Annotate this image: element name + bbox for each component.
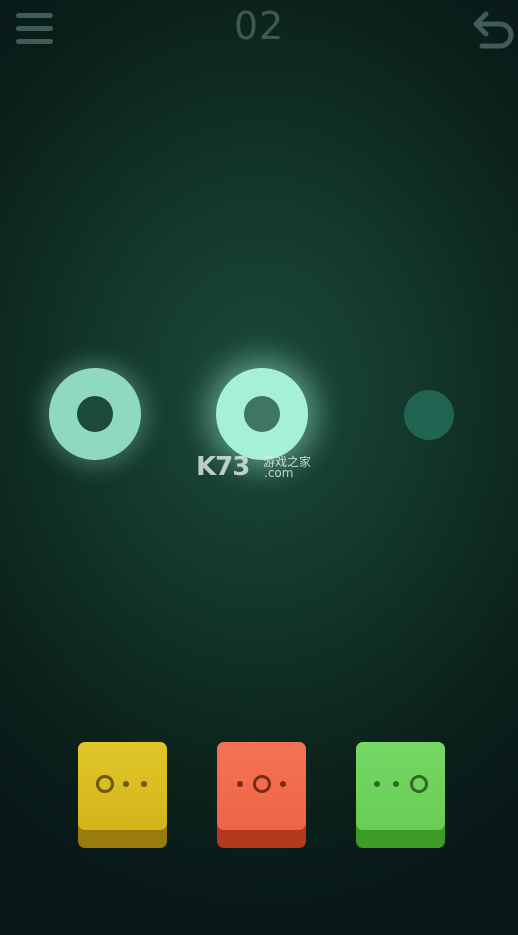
top-bar: 02 <box>0 0 518 60</box>
tile-green[interactable] <box>356 742 445 848</box>
tile-face <box>356 742 445 830</box>
watermark-logo: K73 游戏之家 .com <box>196 452 326 484</box>
tile-face <box>78 742 167 830</box>
undo-button[interactable] <box>472 6 516 52</box>
level-number: 02 <box>233 4 285 48</box>
ring-hole <box>244 396 280 432</box>
tile-face <box>217 742 306 830</box>
tile-yellow[interactable] <box>78 742 167 848</box>
ring-node-1 <box>49 368 141 460</box>
watermark-domain: .com <box>264 466 294 480</box>
tile-orange[interactable] <box>217 742 306 848</box>
ring-node-2 <box>216 368 308 460</box>
ring-dot-dot-pattern-icon <box>96 775 147 793</box>
ring-node-3 <box>404 390 454 440</box>
undo-arrow-icon <box>473 11 514 49</box>
watermark-brand: K73 <box>196 452 250 482</box>
dot-ring-dot-pattern-icon <box>237 775 286 793</box>
dot-dot-ring-pattern-icon <box>374 775 428 793</box>
ring-hole <box>77 396 113 432</box>
